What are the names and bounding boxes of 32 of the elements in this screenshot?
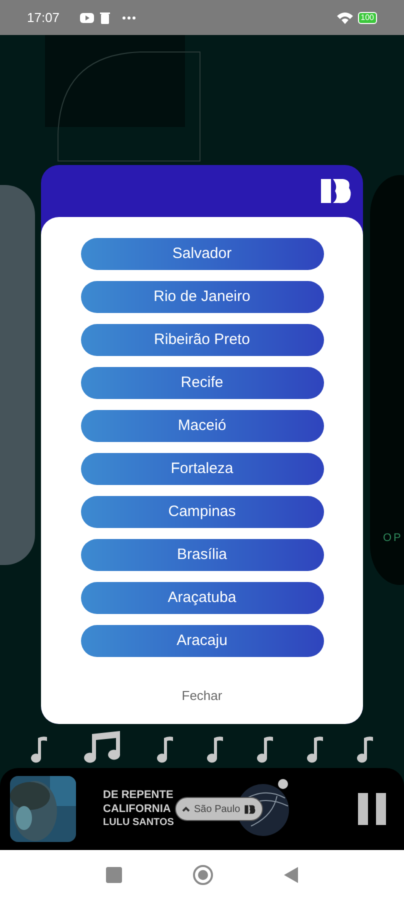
city-button[interactable]: Campinas xyxy=(80,496,324,528)
more-icon xyxy=(122,16,136,20)
pause-button[interactable] xyxy=(358,793,386,825)
music-note-icon xyxy=(206,736,224,764)
track-title: DE REPENTE CALIFORNIA xyxy=(103,788,174,816)
station-chip[interactable]: São Paulo xyxy=(175,797,264,821)
background-text: OP xyxy=(383,531,403,546)
home-icon[interactable] xyxy=(192,864,214,886)
status-time: 17:07 xyxy=(27,8,60,27)
track-artist: LULU SANTOS xyxy=(103,816,175,830)
chevron-up-icon xyxy=(182,806,190,812)
city-button[interactable]: Rio de Janeiro xyxy=(80,281,324,313)
logo-icon xyxy=(244,804,256,814)
city-button[interactable]: Aracaju xyxy=(80,625,324,657)
wifi-icon xyxy=(336,12,353,24)
city-button[interactable]: Fortaleza xyxy=(80,453,324,485)
trash-icon xyxy=(100,12,110,24)
city-button[interactable]: Araçatuba xyxy=(80,582,324,614)
logo-icon xyxy=(319,176,353,206)
back-icon[interactable] xyxy=(284,867,298,883)
music-note-icon xyxy=(156,736,174,764)
music-note-icon xyxy=(306,736,324,764)
battery-indicator: 100 xyxy=(358,12,377,24)
city-button[interactable]: Brasília xyxy=(80,539,324,571)
city-button[interactable]: Ribeirão Preto xyxy=(80,324,324,356)
music-note-icon xyxy=(356,736,374,764)
city-button[interactable]: Salvador xyxy=(80,238,324,270)
close-button[interactable]: Fechar xyxy=(182,686,222,706)
music-note-icon xyxy=(256,736,274,764)
city-button[interactable]: Maceió xyxy=(80,410,324,442)
city-button[interactable]: Recife xyxy=(80,367,324,399)
music-note-icon xyxy=(30,736,48,764)
